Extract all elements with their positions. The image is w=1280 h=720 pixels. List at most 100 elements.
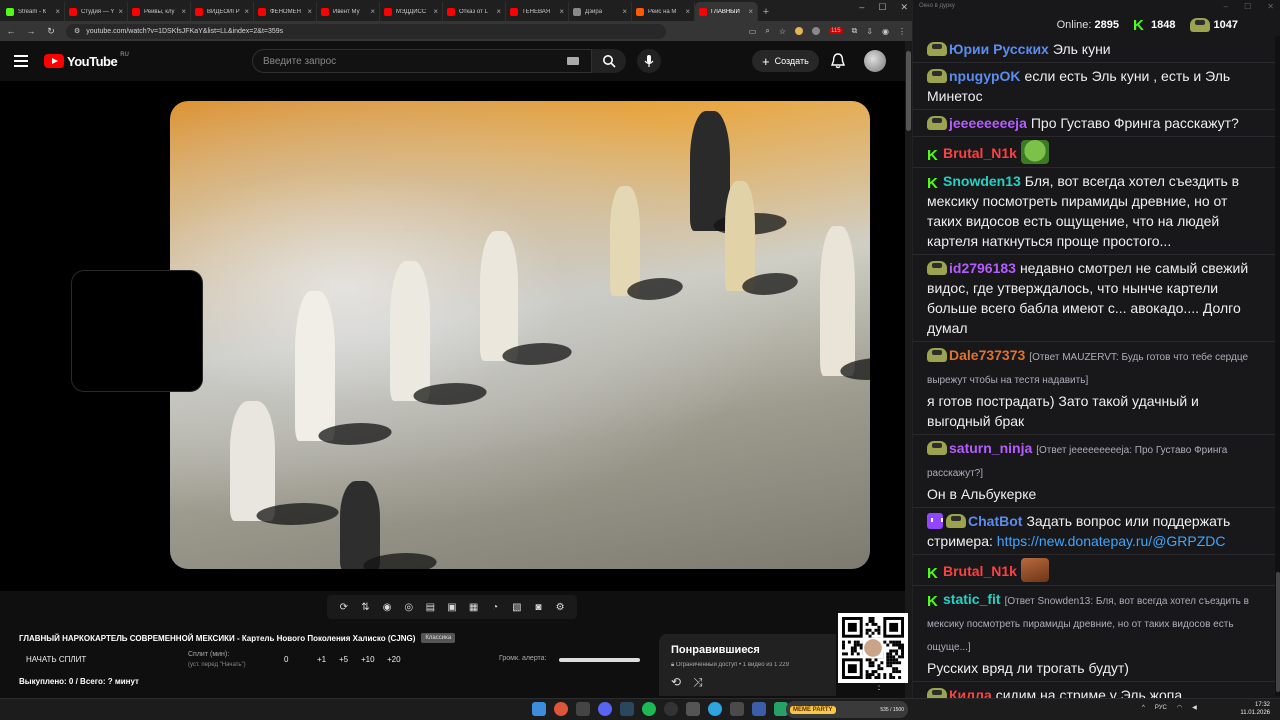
more-options-icon[interactable]: ⋮ — [874, 681, 884, 692]
avatar[interactable] — [864, 50, 886, 72]
forward-icon[interactable]: → — [26, 26, 36, 36]
chat-username[interactable]: Юрии Русских — [949, 41, 1049, 57]
tab-close-icon[interactable]: × — [433, 7, 438, 16]
download-icon[interactable]: ⇩ — [866, 27, 873, 36]
bookmark-star-icon[interactable]: ☆ — [779, 27, 786, 36]
picture-icon[interactable]: ▣ — [446, 602, 458, 613]
video-player[interactable] — [0, 81, 905, 591]
menu-icon[interactable] — [14, 55, 28, 67]
loop-playlist-icon[interactable]: ⟲ — [671, 675, 681, 690]
loop-icon[interactable]: ⟳ — [338, 602, 350, 613]
screenshot-icon[interactable]: ◙ — [532, 602, 544, 613]
cast-icon[interactable]: ▭ — [749, 27, 757, 36]
browser-tab[interactable]: ВИДЕОИГР × — [191, 2, 254, 21]
audio-icon[interactable]: ◉ — [381, 602, 393, 613]
browser-tab[interactable]: Ивент Му × — [317, 2, 380, 21]
menu-dots-icon[interactable]: ⋮ — [898, 27, 906, 36]
chat-username[interactable]: npugypOK — [949, 68, 1021, 84]
zoom-icon[interactable]: ⌕ — [765, 26, 769, 36]
liked-playlist-panel[interactable]: Понравившиеся 🔒︎ Ограниченный доступ • 1… — [659, 634, 836, 696]
speed-icon[interactable]: ◔ — [489, 602, 501, 613]
chat-username[interactable]: ChatBot — [968, 513, 1022, 529]
search-input[interactable]: Введите запрос — [252, 49, 592, 73]
tab-close-icon[interactable]: × — [685, 7, 690, 16]
meme-party-widget[interactable]: MEME PARTY 535 / 1500 — [786, 701, 908, 718]
extensions-puzzle-icon[interactable]: ⧉ — [852, 26, 858, 36]
alert-volume-slider[interactable] — [559, 658, 640, 662]
extension-icon[interactable] — [795, 27, 804, 35]
browser-tab[interactable]: Студия — Y × — [65, 2, 128, 21]
keyboard-icon[interactable] — [567, 57, 579, 65]
chrome-icon[interactable] — [554, 702, 568, 716]
sort-icon[interactable]: ⇅ — [359, 602, 371, 613]
tab-close-icon[interactable]: × — [307, 7, 312, 16]
extension-badge[interactable]: 115 — [829, 28, 843, 34]
chat-username[interactable]: static_fit — [943, 591, 1001, 607]
shuffle-icon[interactable]: ⤨ — [693, 675, 703, 690]
steam-icon[interactable] — [620, 702, 634, 716]
site-info-icon[interactable]: ⚙ — [74, 27, 80, 35]
tab-close-icon[interactable]: × — [370, 7, 375, 16]
browser-tab[interactable]: МЭДДИСС × — [380, 2, 443, 21]
create-button[interactable]: + Создать — [752, 50, 819, 72]
eye-icon[interactable]: ◎ — [403, 602, 415, 613]
tab-close-icon[interactable]: × — [181, 7, 186, 16]
start-split-button[interactable]: НАЧАТЬ СПЛИТ — [26, 655, 86, 664]
tray-chevron-icon[interactable]: ^ — [1142, 705, 1145, 711]
browser-tab[interactable]: ГЛАВНЫЙ × — [695, 2, 758, 21]
tab-close-icon[interactable]: × — [748, 7, 753, 16]
app-icon[interactable] — [686, 702, 700, 716]
chat-username[interactable]: Snowden13 — [943, 173, 1021, 189]
back-icon[interactable]: ← — [6, 26, 16, 36]
language-indicator[interactable]: РУС — [1155, 705, 1167, 711]
chat-username[interactable]: saturn_ninja — [949, 440, 1032, 456]
close-icon[interactable]: ✕ — [1267, 2, 1274, 11]
film-icon[interactable]: ▤ — [424, 602, 436, 613]
close-icon[interactable]: ✕ — [900, 2, 908, 13]
browser-tab[interactable]: Рейс на М × — [632, 2, 695, 21]
tab-close-icon[interactable]: × — [559, 7, 564, 16]
telegram-icon[interactable] — [708, 702, 722, 716]
system-clock[interactable]: 17:32 11.01.2026 — [1236, 701, 1270, 717]
spotify-icon[interactable] — [642, 702, 656, 716]
chat-username[interactable]: jeeeeeeeeja — [949, 115, 1027, 131]
maximize-icon[interactable]: ☐ — [878, 2, 886, 13]
notifications-bell-icon[interactable] — [831, 53, 845, 69]
tab-close-icon[interactable]: × — [55, 7, 60, 16]
minimize-icon[interactable]: – — [859, 2, 864, 13]
increment-button-10[interactable]: +10 — [361, 655, 375, 664]
new-tab-icon[interactable]: + — [758, 2, 774, 21]
browser-tab[interactable]: Stream - К × — [2, 2, 65, 21]
chat-username[interactable]: Dale737373 — [949, 347, 1025, 363]
chat-username[interactable]: Brutal_N1k — [943, 563, 1017, 579]
subtitles-icon[interactable]: ▧ — [511, 602, 523, 613]
search-button[interactable] — [592, 49, 626, 73]
wifi-icon[interactable]: ◠ — [1177, 704, 1182, 711]
app-icon[interactable] — [752, 702, 766, 716]
browser-tab[interactable]: Рейвы, клу × — [128, 2, 191, 21]
browser-tab[interactable]: Дзира × — [569, 2, 632, 21]
page-scrollbar[interactable] — [905, 41, 912, 698]
browser-tab[interactable]: Отказ от L × — [443, 2, 506, 21]
reload-icon[interactable]: ↻ — [46, 26, 56, 37]
settings-gear-icon[interactable]: ⚙ — [554, 602, 566, 613]
app-icon[interactable] — [576, 702, 590, 716]
profile-icon[interactable]: ◉ — [882, 27, 889, 36]
obs-icon[interactable] — [664, 702, 678, 716]
volume-icon[interactable]: ◀ — [1192, 704, 1197, 711]
increment-button-1[interactable]: +1 — [317, 655, 326, 664]
extension-icon[interactable] — [812, 27, 821, 35]
discord-icon[interactable] — [598, 702, 612, 716]
chat-username[interactable]: Brutal_N1k — [943, 145, 1017, 161]
video-tag[interactable]: Классика — [421, 633, 456, 643]
browser-tab[interactable]: ТЕНЕВАЯ × — [506, 2, 569, 21]
chat-scrollbar[interactable] — [1275, 36, 1280, 696]
start-icon[interactable] — [532, 702, 546, 716]
increment-button-5[interactable]: +5 — [339, 655, 348, 664]
youtube-logo[interactable]: YouTube RU — [44, 52, 129, 69]
tab-close-icon[interactable]: × — [496, 7, 501, 16]
browser-tab[interactable]: ФЕНОМЕН × — [254, 2, 317, 21]
tab-close-icon[interactable]: × — [622, 7, 627, 16]
url-input[interactable]: ⚙ youtube.com/watch?v=1DSKfsJFKaY&list=L… — [66, 23, 666, 39]
increment-button-20[interactable]: +20 — [387, 655, 401, 664]
